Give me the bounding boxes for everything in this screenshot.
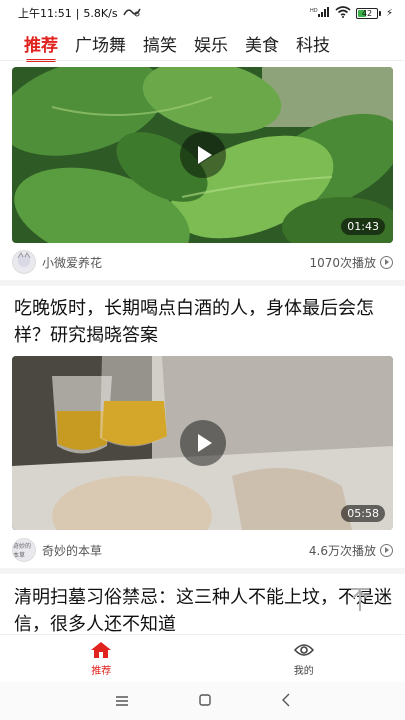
avatar [12,250,36,274]
tabs-divider [0,60,405,61]
battery-icon: 42 [355,7,381,19]
author-name: 奇妙的本草 [42,543,103,558]
play-button-icon[interactable] [179,132,226,178]
author-info[interactable]: 奇妙的本草 奇妙的本草 [12,538,102,562]
square-icon[interactable] [198,692,212,711]
play-count-text: 4.6万次播放 [308,543,376,558]
nav-recommend[interactable]: 推荐 [0,635,203,682]
feed-separator [0,568,405,574]
scroll-top-button[interactable] [343,580,377,620]
charging-icon: ⚡ [385,7,393,19]
video-meta: 小微爱养花 1070次播放 [12,250,393,274]
nav-recommend-label: 推荐 [91,665,112,677]
play-circle-icon [380,255,393,269]
video-title[interactable]: 清明扫墓习俗禁忌：这三种人不能上坟，不是迷信，很多人还不知道 [14,584,392,638]
tab-entertainment[interactable]: 娱乐 [194,31,228,56]
play-count-text: 1070次播放 [309,255,376,270]
tab-food[interactable]: 美食 [245,31,279,56]
play-button-icon[interactable] [179,420,226,466]
video-title[interactable]: 吃晚饭时，长期喝点白酒的人，身体最后会怎样？研究揭晓答案 [14,295,392,349]
video-thumbnail-plant[interactable]: 01:43 [12,67,393,243]
video-duration: 01:43 [341,218,385,235]
author-name: 小微爱养花 [42,255,103,270]
network-speed: 5.8K/s [83,6,118,20]
play-count: 4.6万次播放 [309,542,393,559]
bottom-nav: 推荐 我的 [0,634,405,682]
battery-level: 42 [361,8,373,18]
play-circle-icon [380,543,393,557]
tab-tech[interactable]: 科技 [296,31,330,56]
network-type: HD [310,8,318,14]
play-count: 1070次播放 [309,254,393,271]
system-nav-bar [0,682,405,720]
tab-square-dance[interactable]: 广场舞 [75,31,126,56]
scroll-top-icon [351,588,369,611]
tab-recommend[interactable]: 推荐 [24,31,58,62]
video-duration: 05:58 [341,505,385,522]
video-meta: 奇妙的本草 奇妙的本草 4.6万次播放 [12,538,393,562]
avatar: 奇妙的本草 [12,538,36,562]
signal-icon: HD [310,6,330,20]
home-icon [91,641,112,658]
menu-icon[interactable] [115,692,129,711]
back-icon[interactable] [281,692,291,711]
nav-mine[interactable]: 我的 [203,635,405,682]
wifi-icon [335,6,351,20]
category-tabs: 推荐 广场舞 搞笑 娱乐 美食 科技 [0,26,405,62]
nav-mine-label: 我的 [293,665,314,677]
profile-eye-icon [293,643,314,656]
author-info[interactable]: 小微爱养花 [12,250,102,274]
status-bar: 上午11:51 | 5.8K/s HD 42 ⚡ [18,6,393,21]
notification-icon [122,6,142,21]
video-thumbnail-liquor[interactable]: 05:58 [12,356,393,530]
feed-separator [0,280,405,286]
status-time: 上午11:51 [18,7,72,20]
tab-funny[interactable]: 搞笑 [143,31,177,56]
